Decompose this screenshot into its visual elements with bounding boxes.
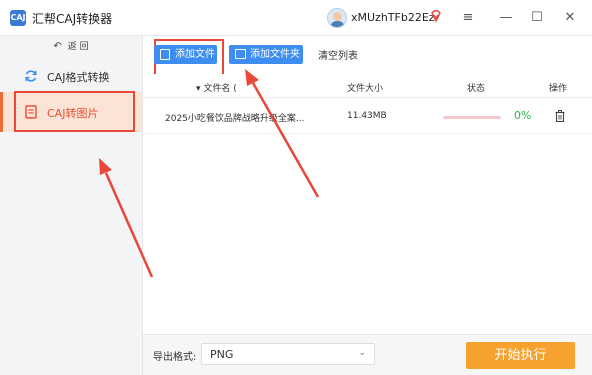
export-format-select[interactable]: PNG ⌄ [201, 343, 375, 365]
sidebar: ↶ 返 回 CAJ格式转换 CAJ转图片 [0, 36, 143, 375]
add-file-label: 添加文件 [175, 49, 215, 60]
file-icon [160, 49, 170, 60]
file-size: 11.43MB [347, 111, 387, 121]
menu-button[interactable]: ≡ [458, 8, 478, 28]
table-row[interactable]: 2025小吃餐饮品牌战略升级全案... 11.43MB 0% [143, 100, 592, 134]
trash-icon[interactable] [555, 110, 565, 122]
column-size: 文件大小 [347, 84, 384, 94]
user-avatar[interactable] [327, 8, 347, 28]
username[interactable]: xMUzhTFb22Ez [351, 11, 435, 24]
minimize-button[interactable]: — [496, 8, 516, 28]
add-file-button[interactable]: 添加文件 [154, 45, 217, 64]
file-name: 2025小吃餐饮品牌战略升级全案... [165, 114, 305, 124]
refresh-icon [25, 70, 37, 82]
bottom-bar: 导出格式: PNG ⌄ 开始执行 [143, 334, 592, 375]
title-bar: CAJ 汇帮CAJ转换器 xMUzhTFb22Ez ≡ — ☐ ✕ [0, 0, 592, 36]
folder-icon [235, 49, 246, 59]
app-title: 汇帮CAJ转换器 [32, 12, 113, 26]
add-folder-button[interactable]: 添加文件夹 [229, 45, 303, 64]
column-filename[interactable]: ▾ 文件名 ( [196, 81, 237, 94]
chevron-down-icon: ⌄ [358, 348, 366, 358]
back-arrow-icon: ↶ [53, 41, 62, 52]
close-button[interactable]: ✕ [560, 8, 580, 28]
column-status: 状态 [467, 84, 486, 94]
file-table-header: ▾ 文件名 ( 文件大小 状态 操作 [143, 74, 592, 98]
sidebar-item-caj-format-convert[interactable]: CAJ格式转换 [0, 56, 142, 96]
sidebar-item-label: CAJ格式转换 [47, 71, 110, 84]
progress-bar [443, 116, 501, 119]
column-actions: 操作 [549, 84, 568, 94]
export-format-value: PNG [210, 348, 234, 361]
clear-list-button[interactable]: 清空列表 [318, 47, 358, 62]
vip-diamond-icon[interactable] [430, 10, 442, 22]
maximize-button[interactable]: ☐ [527, 8, 547, 28]
start-button[interactable]: 开始执行 [466, 342, 575, 369]
app-logo: CAJ [10, 10, 26, 26]
export-format-label: 导出格式: [153, 352, 197, 363]
progress-percent: 0% [514, 109, 532, 122]
add-folder-label: 添加文件夹 [250, 49, 300, 60]
back-label: 返 回 [67, 42, 89, 52]
annotation-box-sidebar [14, 91, 135, 132]
